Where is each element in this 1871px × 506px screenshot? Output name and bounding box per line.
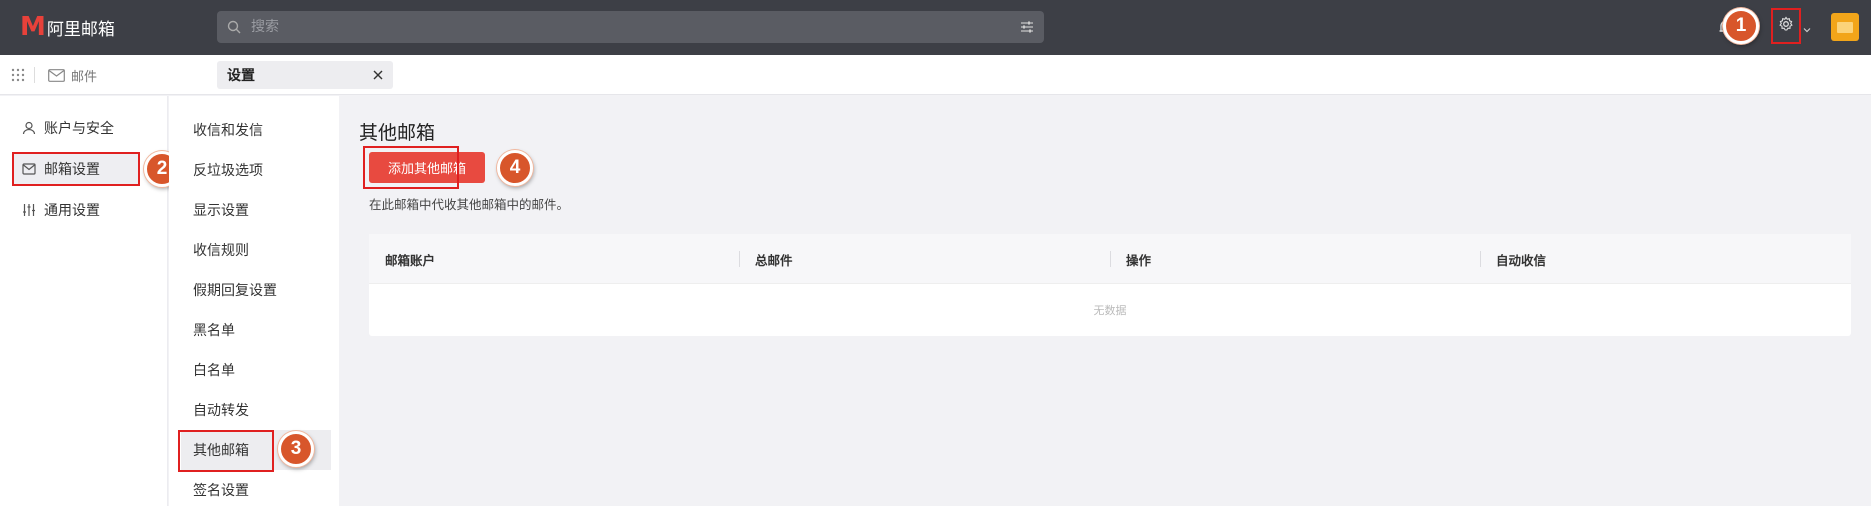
column-divider — [1110, 251, 1111, 267]
column-header: 总邮件 — [755, 252, 793, 268]
nav-account-security[interactable]: 账户与安全 — [12, 111, 140, 145]
subnav-receive-rules[interactable]: 收信规则 — [181, 230, 331, 270]
other-mailbox-table: 邮箱账户 总邮件 操作 自动收信 无数据 — [369, 234, 1851, 336]
nav-label: 账户与安全 — [44, 121, 114, 137]
subnav-send-receive[interactable]: 收信和发信 — [181, 110, 331, 150]
step-badge-1: 1 — [1723, 8, 1759, 44]
subnav-whitelist[interactable]: 白名单 — [181, 350, 331, 390]
app-logo[interactable]: M 阿里邮箱 — [20, 14, 115, 40]
tab-bar: 邮件 设置 — [0, 55, 1871, 95]
nav-label: 邮箱设置 — [44, 162, 100, 178]
avatar-graphic — [1837, 21, 1853, 33]
search-input[interactable] — [251, 11, 1010, 43]
subnav-anti-spam[interactable]: 反垃圾选项 — [181, 150, 331, 190]
scrollbar[interactable] — [1863, 96, 1871, 506]
highlight-box — [178, 430, 274, 472]
sliders-icon — [23, 204, 35, 216]
tab-mail[interactable]: 邮件 — [48, 55, 97, 95]
search-bar — [217, 11, 1044, 43]
nav-label: 通用设置 — [44, 203, 100, 219]
column-divider — [739, 251, 740, 267]
divider — [34, 67, 35, 83]
step-badge-4: 4 — [497, 150, 533, 186]
tab-mail-label: 邮件 — [71, 69, 98, 85]
table-header: 邮箱账户 总邮件 操作 自动收信 — [369, 234, 1851, 284]
highlight-box — [363, 146, 459, 189]
column-header: 操作 — [1126, 252, 1152, 268]
column-header: 自动收信 — [1496, 252, 1547, 268]
search-icon — [217, 11, 251, 43]
close-icon[interactable] — [371, 68, 385, 82]
gear-icon — [1778, 16, 1794, 36]
subnav-vacation-reply[interactable]: 假期回复设置 — [181, 270, 331, 310]
apps-grid-icon[interactable] — [10, 67, 26, 83]
column-divider — [1480, 251, 1481, 267]
mailbox-icon — [22, 163, 36, 175]
primary-settings-nav: 账户与安全 邮箱设置 通用设置 — [0, 96, 168, 506]
subnav-blacklist[interactable]: 黑名单 — [181, 310, 331, 350]
step-badge-3: 3 — [278, 431, 314, 467]
tab-settings-label: 设置 — [227, 68, 255, 84]
subnav-auto-forward[interactable]: 自动转发 — [181, 390, 331, 430]
column-header: 邮箱账户 — [385, 252, 436, 268]
nav-mailbox-settings[interactable]: 邮箱设置 — [12, 152, 140, 186]
subnav-display[interactable]: 显示设置 — [181, 190, 331, 230]
tab-settings[interactable]: 设置 — [217, 61, 393, 89]
settings-button[interactable] — [1771, 8, 1801, 44]
logo-mark: M — [20, 12, 46, 42]
top-bar: M 阿里邮箱 — [0, 0, 1871, 55]
user-icon — [22, 121, 36, 135]
subnav-signature[interactable]: 签名设置 — [181, 470, 331, 506]
chevron-down-icon[interactable] — [1803, 22, 1811, 33]
mail-icon — [48, 68, 65, 82]
filter-icon[interactable] — [1010, 11, 1044, 43]
avatar[interactable] — [1831, 13, 1859, 41]
nav-general-settings[interactable]: 通用设置 — [12, 193, 140, 227]
description-text: 在此邮箱中代收其他邮箱中的邮件。 — [369, 197, 570, 212]
empty-state-text: 无数据 — [1093, 304, 1127, 317]
app-name: 阿里邮箱 — [46, 19, 115, 40]
page-title: 其他邮箱 — [359, 122, 436, 144]
